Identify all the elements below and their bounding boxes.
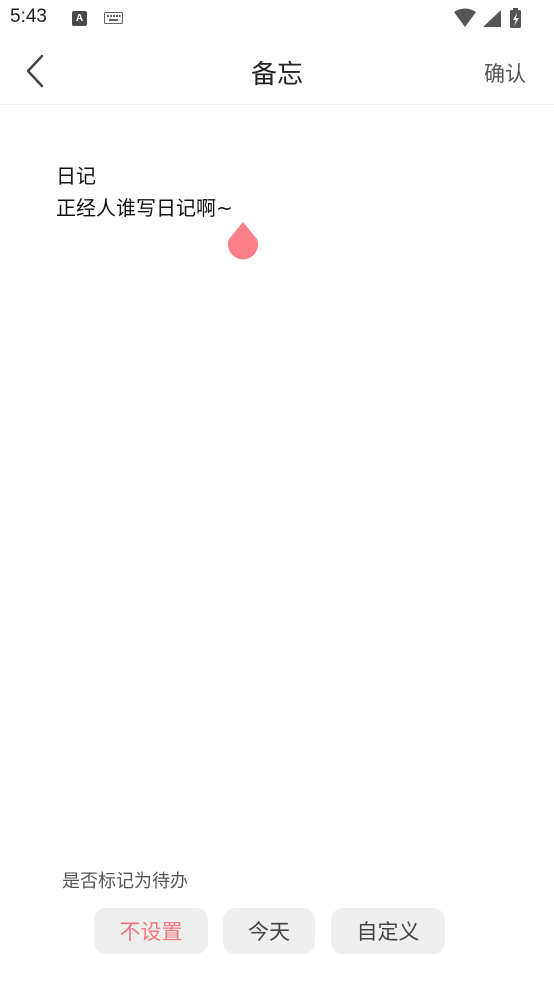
memo-line: 日记 xyxy=(56,164,96,188)
battery-charging-icon xyxy=(510,8,521,28)
option-none-button[interactable]: 不设置 xyxy=(94,908,208,954)
status-bar: 5:43 A xyxy=(0,0,554,38)
todo-label: 是否标记为待办 xyxy=(62,871,188,892)
todo-options: 不设置 今天 自定义 xyxy=(94,908,446,954)
title-bar: 备忘 确认 xyxy=(0,38,554,105)
text-cursor-handle[interactable] xyxy=(227,222,259,260)
a-icon: A xyxy=(72,11,87,26)
memo-line: 正经人谁写日记啊~ xyxy=(56,196,233,220)
status-time: 5:43 xyxy=(10,6,47,27)
wifi-icon xyxy=(454,8,476,27)
memo-text-area[interactable]: 日记 正经人谁写日记啊~ xyxy=(56,160,233,224)
signal-icon xyxy=(483,10,501,27)
confirm-button[interactable]: 确认 xyxy=(484,58,526,88)
page-title: 备忘 xyxy=(250,60,303,90)
option-custom-button[interactable]: 自定义 xyxy=(331,908,445,954)
keyboard-icon xyxy=(104,12,123,24)
option-today-button[interactable]: 今天 xyxy=(223,908,315,954)
status-right-icons xyxy=(454,8,521,28)
